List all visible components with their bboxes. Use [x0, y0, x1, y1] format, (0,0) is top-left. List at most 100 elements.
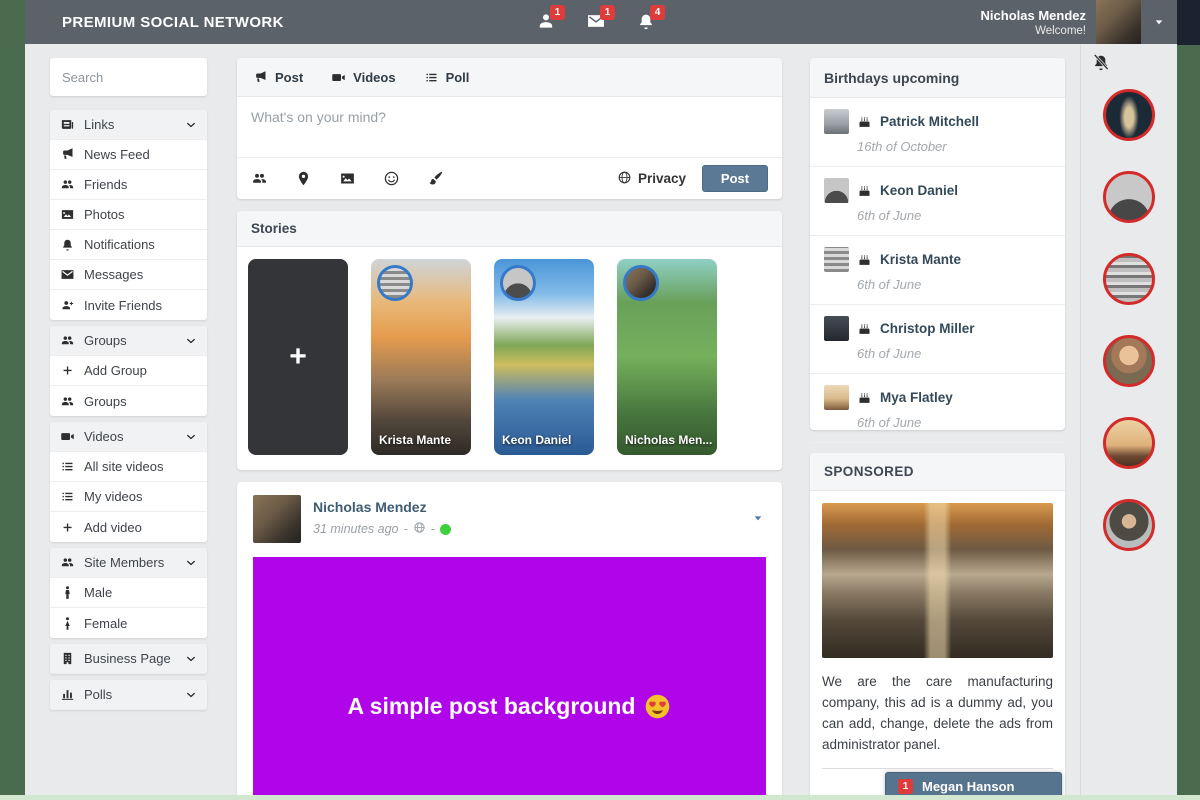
stories-title: Stories: [237, 211, 782, 247]
user-menu-caret-icon[interactable]: [1141, 14, 1177, 30]
add-photo-icon[interactable]: [339, 170, 356, 187]
user-icon: [536, 19, 556, 34]
plus-icon: [60, 363, 75, 378]
add-story-card[interactable]: +: [248, 259, 348, 455]
list-icon: [60, 489, 75, 504]
tab-videos[interactable]: Videos: [331, 70, 395, 85]
chat-user-name: Megan Hanson: [922, 779, 1014, 794]
sidebar-item-invite-friends[interactable]: Invite Friends: [50, 290, 207, 320]
building-icon: [60, 651, 75, 666]
sidebar-item-male[interactable]: Male: [50, 578, 207, 608]
sidebar-menu: Links News Feed Friends Photos No: [50, 110, 207, 710]
sidebar-section-site-members[interactable]: Site Members: [50, 548, 207, 578]
bell-icon: [636, 19, 656, 34]
sponsored-ad-image[interactable]: [822, 503, 1053, 658]
plus-icon: [60, 520, 75, 535]
sidebar-item-notifications[interactable]: Notifications: [50, 230, 207, 260]
navbar-icon-group: 1 1 4: [535, 0, 657, 44]
post-options-caret-icon[interactable]: [750, 510, 766, 526]
requests-badge: 1: [550, 5, 565, 20]
composer-action-bar: Privacy Post: [237, 157, 782, 199]
sidebar-item-add-group[interactable]: Add Group: [50, 356, 207, 386]
chevron-down-icon: [185, 653, 197, 665]
megaphone-icon: [60, 147, 75, 162]
submit-post-button[interactable]: Post: [702, 165, 768, 192]
sidebar-item-all-site-videos[interactable]: All site videos: [50, 452, 207, 482]
newspaper-icon: [60, 117, 75, 132]
friend-requests-button[interactable]: 1: [535, 11, 557, 33]
story-card[interactable]: Keon Daniel: [494, 259, 594, 455]
sponsored-widget: SPONSORED We are the care manufacturing …: [810, 453, 1065, 800]
globe-icon: [617, 170, 632, 188]
sidebar-item-female[interactable]: Female: [50, 608, 207, 638]
tab-post[interactable]: Post: [253, 70, 303, 85]
messages-button[interactable]: 1: [585, 11, 607, 33]
sidebar-item-groups[interactable]: Groups: [50, 386, 207, 416]
list-icon: [60, 459, 75, 474]
envelope-icon: [586, 19, 606, 34]
online-user-avatar[interactable]: [1103, 171, 1155, 223]
sidebar-item-photos[interactable]: Photos: [50, 200, 207, 230]
birthday-cake-icon: [857, 321, 872, 336]
sidebar-item-my-videos[interactable]: My videos: [50, 482, 207, 512]
divider: [822, 768, 1053, 769]
avatar: [824, 109, 849, 134]
users-icon: [60, 177, 75, 192]
bell-slash-icon[interactable]: [1090, 52, 1112, 74]
tab-poll[interactable]: Poll: [424, 70, 470, 85]
online-user-avatar[interactable]: [1103, 253, 1155, 305]
online-user-avatar[interactable]: [1103, 417, 1155, 469]
birthday-list-item[interactable]: Christop Miller 6th of June: [810, 305, 1065, 374]
avatar: [824, 385, 849, 410]
sidebar-item-messages[interactable]: Messages: [50, 260, 207, 290]
sidebar-section-polls[interactable]: Polls: [50, 680, 207, 710]
navbar-user-area[interactable]: Nicholas Mendez Welcome!: [981, 0, 1177, 44]
birthday-list-item[interactable]: Mya Flatley 6th of June: [810, 374, 1065, 443]
right-sidebar: Birthdays upcoming Patrick Mitchell 16th…: [810, 58, 1065, 800]
app-title: PREMIUM SOCIAL NETWORK: [62, 0, 284, 44]
post-author-avatar[interactable]: [253, 495, 301, 543]
avatar: [824, 247, 849, 272]
stories-section: Stories + Krista Mante Keon Daniel Nicho…: [237, 211, 782, 470]
image-icon: [60, 207, 75, 222]
users-icon: [60, 394, 75, 409]
privacy-selector[interactable]: Privacy: [617, 170, 686, 188]
sidebar-item-add-video[interactable]: Add video: [50, 512, 207, 542]
birthday-list-item[interactable]: Keon Daniel 6th of June: [810, 167, 1065, 236]
tag-friends-icon[interactable]: [251, 170, 268, 187]
chevron-down-icon: [185, 431, 197, 443]
emoji-icon[interactable]: [383, 170, 400, 187]
chevron-down-icon: [185, 557, 197, 569]
search-input[interactable]: [50, 58, 207, 96]
story-avatar: [377, 265, 413, 301]
online-user-avatar[interactable]: [1103, 499, 1155, 551]
online-user-avatar[interactable]: [1103, 335, 1155, 387]
story-card[interactable]: Krista Mante: [371, 259, 471, 455]
notifications-button[interactable]: 4: [635, 11, 657, 33]
sidebar-section-links[interactable]: Links: [50, 110, 207, 140]
sidebar-item-friends[interactable]: Friends: [50, 170, 207, 200]
top-navbar: PREMIUM SOCIAL NETWORK 1 1 4 Nicholas Me…: [25, 0, 1177, 44]
sidebar-section-videos[interactable]: Videos: [50, 422, 207, 452]
birthday-list-item[interactable]: Patrick Mitchell 16th of October: [810, 98, 1065, 167]
background-brush-icon[interactable]: [427, 170, 444, 187]
sidebar-section-business-page[interactable]: Business Page: [50, 644, 207, 674]
messages-badge: 1: [600, 5, 615, 20]
list-icon: [424, 70, 439, 85]
male-icon: [60, 585, 75, 600]
story-card[interactable]: Nicholas Men...: [617, 259, 717, 455]
birthdays-title: Birthdays upcoming: [810, 58, 1065, 98]
online-user-avatar[interactable]: [1103, 89, 1155, 141]
navbar-avatar[interactable]: [1096, 0, 1141, 44]
video-camera-icon: [331, 70, 346, 85]
sidebar-section-groups[interactable]: Groups: [50, 326, 207, 356]
sidebar-item-news-feed[interactable]: News Feed: [50, 140, 207, 170]
location-pin-icon[interactable]: [295, 170, 312, 187]
chat-unread-badge: 1: [898, 779, 913, 794]
post-author-name[interactable]: Nicholas Mendez: [313, 499, 427, 515]
birthday-cake-icon: [857, 183, 872, 198]
avatar: [824, 178, 849, 203]
heart-eyes-emoji-icon: [644, 693, 671, 720]
status-input[interactable]: [237, 97, 782, 157]
birthday-list-item[interactable]: Krista Mante 6th of June: [810, 236, 1065, 305]
